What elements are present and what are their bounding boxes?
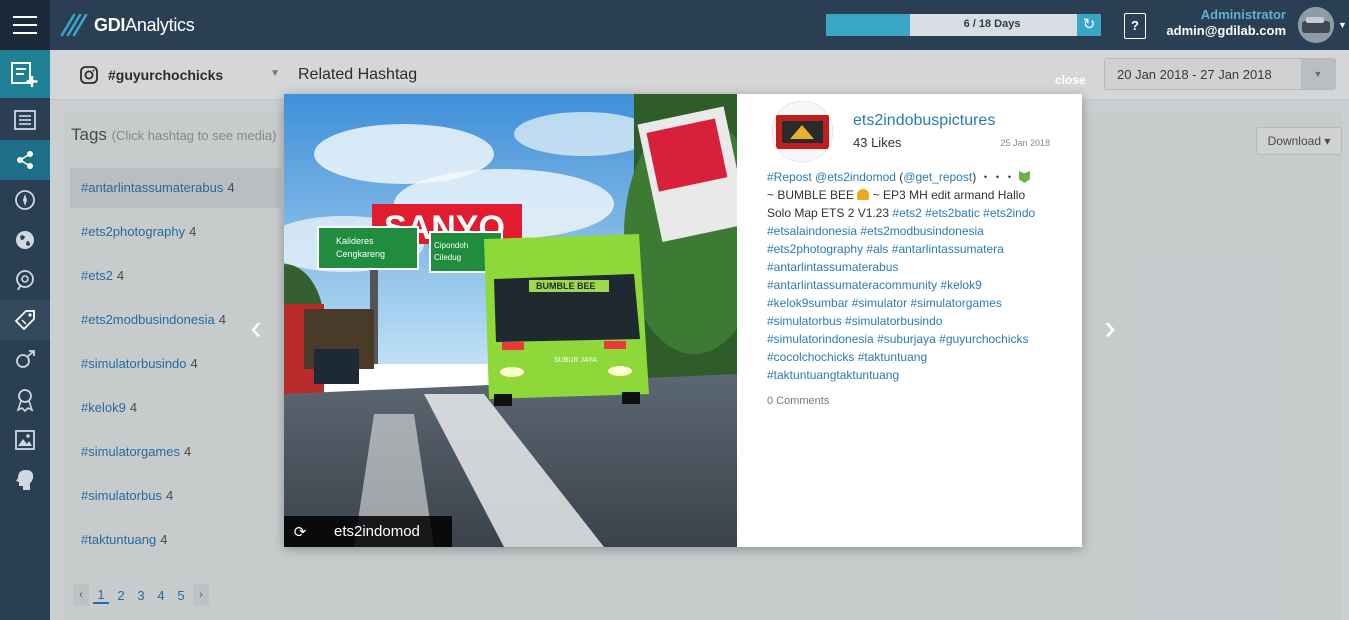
photo-sign-left-2: Cengkareng: [336, 249, 385, 259]
refresh-button[interactable]: ↻: [1077, 14, 1101, 36]
chat-search-icon: [16, 270, 34, 291]
progress-fill: [826, 14, 910, 36]
modal-next-button[interactable]: ›: [1095, 308, 1125, 348]
repost-icon: ⟳: [293, 523, 307, 541]
sidebar-item-chat-search[interactable]: [0, 260, 50, 300]
post-info: ets2indobuspictures 43 Likes 25 Jan 2018…: [737, 94, 1082, 547]
post-caption: #Repost @ets2indomod (@get_repost) ・・・ ~…: [767, 170, 1036, 382]
account-name[interactable]: ets2indobuspictures: [853, 112, 995, 130]
refresh-icon: ↻: [1082, 16, 1096, 33]
comments-count: 0 Comments: [767, 395, 830, 407]
top-bar: GDIAnalytics 6 / 18 Days ↻ ? Administrat…: [0, 0, 1349, 50]
beginner-badge-icon: [1018, 171, 1030, 183]
menu-toggle-button[interactable]: [0, 0, 50, 50]
modal-prev-button[interactable]: ‹: [241, 308, 271, 348]
account-avatar[interactable]: [772, 101, 833, 162]
photo-sign-right-2: Ciledug: [434, 253, 461, 262]
influencer-icon: [16, 389, 34, 412]
repost-username: ets2indomod: [334, 523, 420, 540]
progress-label: 6 / 18 Days: [963, 18, 1021, 30]
chevron-left-icon: ‹: [250, 309, 262, 347]
logo-text: Analytics: [125, 14, 195, 35]
help-button[interactable]: ?: [1124, 13, 1146, 39]
modal-close-link[interactable]: close: [1055, 73, 1086, 87]
photo-sign-right-1: Cipondoh: [434, 241, 468, 250]
days-progress: 6 / 18 Days ↻: [826, 14, 1101, 36]
yellow-heart-icon: [857, 189, 870, 200]
add-report-icon: [11, 62, 38, 87]
bus-photo-image: SANYO Kalideres Cengkareng Cipondoh Cile…: [284, 94, 737, 547]
chevron-right-icon: ›: [1104, 309, 1116, 347]
user-menu-caret-icon[interactable]: ▼: [1338, 20, 1347, 30]
likes-count: 43 Likes: [853, 135, 902, 150]
tag-icon: [14, 310, 35, 331]
sidebar-item-compass[interactable]: [0, 180, 50, 220]
sidebar-item-image[interactable]: [0, 420, 50, 460]
app-logo[interactable]: GDIAnalytics: [60, 10, 195, 40]
list-icon: [14, 110, 36, 130]
logo-stripes-icon: [60, 13, 88, 37]
image-icon: [15, 430, 35, 450]
globe-icon: [16, 231, 34, 249]
share-icon: [17, 151, 33, 169]
sidebar-item-add-report[interactable]: [0, 50, 50, 98]
post-date: 25 Jan 2018: [1000, 138, 1050, 148]
logo-text-bold: GDI: [94, 14, 126, 35]
sidebar-item-share[interactable]: [0, 140, 50, 180]
sidebar-item-tags[interactable]: [0, 300, 50, 340]
brain-icon: [16, 470, 34, 490]
user-email[interactable]: admin@gdilab.com: [1166, 23, 1286, 38]
sidebar-item-list[interactable]: [0, 100, 50, 140]
compass-icon: [15, 190, 35, 210]
photo-bus-banner: BUMBLE BEE: [536, 281, 596, 291]
photo-bus-label: SUBUR JAYA: [554, 357, 597, 364]
post-photo: SANYO Kalideres Cengkareng Cipondoh Cile…: [284, 94, 737, 547]
sidebar-item-influencer[interactable]: [0, 380, 50, 420]
sidebar-item-globe[interactable]: [0, 220, 50, 260]
photo-sign-left-1: Kalideres: [336, 236, 374, 246]
user-role: Administrator: [1200, 7, 1286, 22]
media-modal: SANYO Kalideres Cengkareng Cipondoh Cile…: [284, 94, 1082, 547]
user-avatar[interactable]: [1298, 7, 1334, 43]
icon-sidebar: [0, 50, 50, 620]
sidebar-item-gender[interactable]: [0, 340, 50, 380]
repost-attribution: ⟳ ets2indomod: [284, 516, 452, 547]
hamburger-icon: [13, 16, 37, 18]
gender-icon: [16, 350, 35, 368]
sidebar-item-brain[interactable]: [0, 460, 50, 500]
